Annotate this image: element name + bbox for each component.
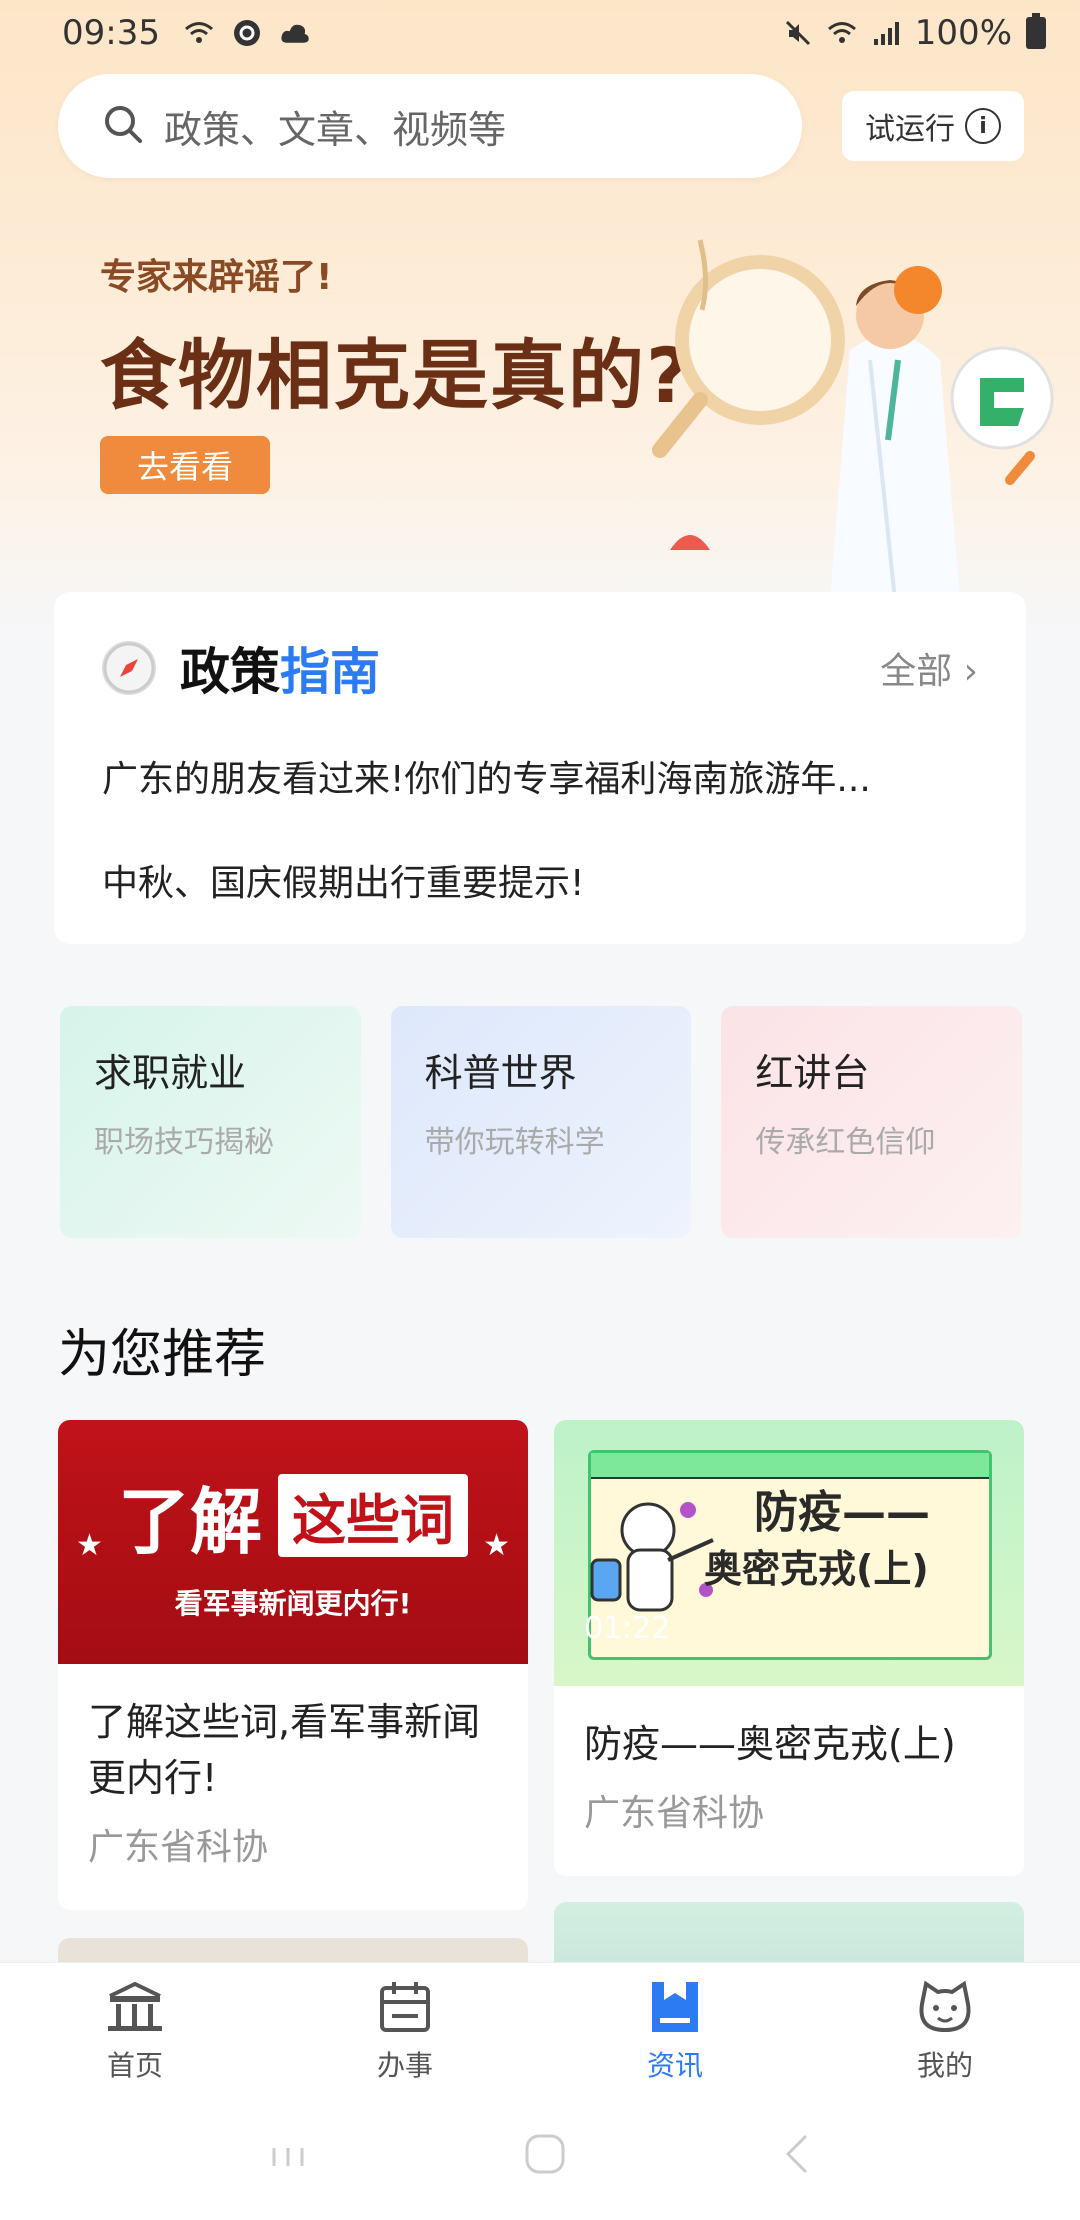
trial-label: 试运行 <box>865 112 955 147</box>
category-red-lecture[interactable]: 红讲台 传承红色信仰 <box>721 1006 1023 1238</box>
policy-all-label: 全部 <box>880 651 953 692</box>
tab-label: 我的 <box>916 2048 973 2082</box>
recents-icon[interactable] <box>268 2136 308 2182</box>
search-placeholder: 政策、文章、视频等 <box>164 107 507 152</box>
tab-label: 首页 <box>106 2048 163 2082</box>
policy-item[interactable]: 中秋、国庆假期出行重要提示! <box>102 854 962 906</box>
category-science[interactable]: 科普世界 带你玩转科学 <box>390 1006 692 1238</box>
category-subtitle: 带你玩转科学 <box>424 1125 605 1160</box>
thumb-big-text: 了解 <box>117 1479 262 1564</box>
star-icon: ★ <box>76 1528 103 1563</box>
profile-icon <box>916 1978 974 2036</box>
banner-go-button[interactable]: 去看看 <box>100 436 270 494</box>
category-subtitle: 传承红色信仰 <box>755 1125 936 1160</box>
bottom-tab-bar: 首页 办事 资讯 我的 <box>0 1962 1080 2098</box>
tab-home[interactable]: 首页 <box>0 1963 270 2098</box>
status-bar: 09:35 100% <box>0 0 1080 66</box>
thumb-sub-text: 看军事新闻更内行! <box>174 1586 412 1620</box>
chevron-right-icon: › <box>963 651 978 692</box>
compass-icon <box>102 641 156 695</box>
article-card[interactable]: ★ ★ 了解 这些词 看军事新闻更内行! 了解这些词,看军事新闻更内行! 广东省… <box>58 1420 528 1910</box>
category-subtitle: 职场技巧揭秘 <box>94 1125 274 1160</box>
banner-subtitle: 专家来辟谣了! <box>100 257 333 298</box>
video-source: 广东省科协 <box>584 1793 765 1834</box>
search-input[interactable]: 政策、文章、视频等 <box>58 74 802 178</box>
tab-profile[interactable]: 我的 <box>810 1963 1080 2098</box>
video-title: 防疫——奥密克戎(上) <box>584 1722 956 1766</box>
video-thumb-line2: 奥密克戎(上) <box>704 1547 929 1591</box>
video-thumbnail: 防疫—— 奥密克戎(上) 01:22 <box>554 1420 1024 1686</box>
video-duration: 01:22 <box>584 1611 671 1646</box>
cloud-icon <box>280 18 310 48</box>
battery-icon <box>1026 13 1046 49</box>
cellular-signal-icon <box>871 18 901 48</box>
tab-services[interactable]: 办事 <box>270 1963 540 2098</box>
news-icon <box>646 1978 704 2036</box>
category-job[interactable]: 求职就业 职场技巧揭秘 <box>60 1006 361 1238</box>
category-title: 科普世界 <box>424 1051 577 1095</box>
doctor-illustration <box>652 239 1054 600</box>
home-nav-icon[interactable] <box>523 2132 567 2186</box>
home-icon <box>106 1978 164 2036</box>
star-icon: ★ <box>483 1528 510 1563</box>
thumb-box-text: 这些词 <box>278 1473 468 1557</box>
category-title: 求职就业 <box>94 1051 247 1095</box>
policy-header: 政策指南 全部 › <box>102 632 978 704</box>
video-card[interactable]: 防疫—— 奥密克戎(上) 01:22 防疫——奥密克戎(上) 广东省科协 <box>554 1420 1024 1876</box>
policy-all-link[interactable]: 全部 › <box>880 642 978 694</box>
policy-title-blue: 指南 <box>280 643 380 701</box>
wifi-signal-icon <box>827 18 857 48</box>
sync-icon <box>232 18 262 48</box>
mute-icon <box>783 18 813 48</box>
policy-item[interactable]: 广东的朋友看过来!你们的专享福利海南旅游年... <box>102 750 962 802</box>
policy-guide-card: 政策指南 全部 › 广东的朋友看过来!你们的专享福利海南旅游年... 中秋、国庆… <box>54 592 1026 944</box>
search-row: 政策、文章、视频等 试运行 i <box>58 74 1024 178</box>
article-thumbnail: ★ ★ 了解 这些词 看军事新闻更内行! <box>58 1420 528 1664</box>
recommend-title: 为您推荐 <box>58 1325 267 1385</box>
trial-button[interactable]: 试运行 i <box>842 91 1024 161</box>
category-title: 红讲台 <box>755 1051 870 1095</box>
article-source: 广东省科协 <box>88 1827 269 1868</box>
system-nav-bar <box>0 2098 1080 2220</box>
policy-title-black: 政策 <box>180 643 280 701</box>
category-row: 求职就业 职场技巧揭秘 科普世界 带你玩转科学 红讲台 传承红色信仰 <box>60 1006 1023 1238</box>
tab-label: 办事 <box>376 2048 433 2082</box>
battery-percent: 100% <box>914 13 1012 53</box>
article-title: 了解这些词,看军事新闻更内行! <box>88 1700 481 1800</box>
wifi-icon <box>184 18 214 48</box>
status-time: 09:35 <box>62 13 160 53</box>
tab-news[interactable]: 资讯 <box>540 1963 810 2098</box>
promo-banner[interactable]: 专家来辟谣了! 食物相克是真的? 去看看 <box>0 200 1080 600</box>
search-icon <box>102 103 144 149</box>
calendar-icon <box>376 1978 434 2036</box>
banner-title: 食物相克是真的? <box>100 331 693 420</box>
back-icon[interactable] <box>782 2132 812 2186</box>
info-icon: i <box>965 108 1001 144</box>
policy-title: 政策指南 <box>180 632 380 704</box>
tab-label: 资讯 <box>646 2048 703 2082</box>
video-thumb-line1: 防疫—— <box>754 1487 930 1538</box>
